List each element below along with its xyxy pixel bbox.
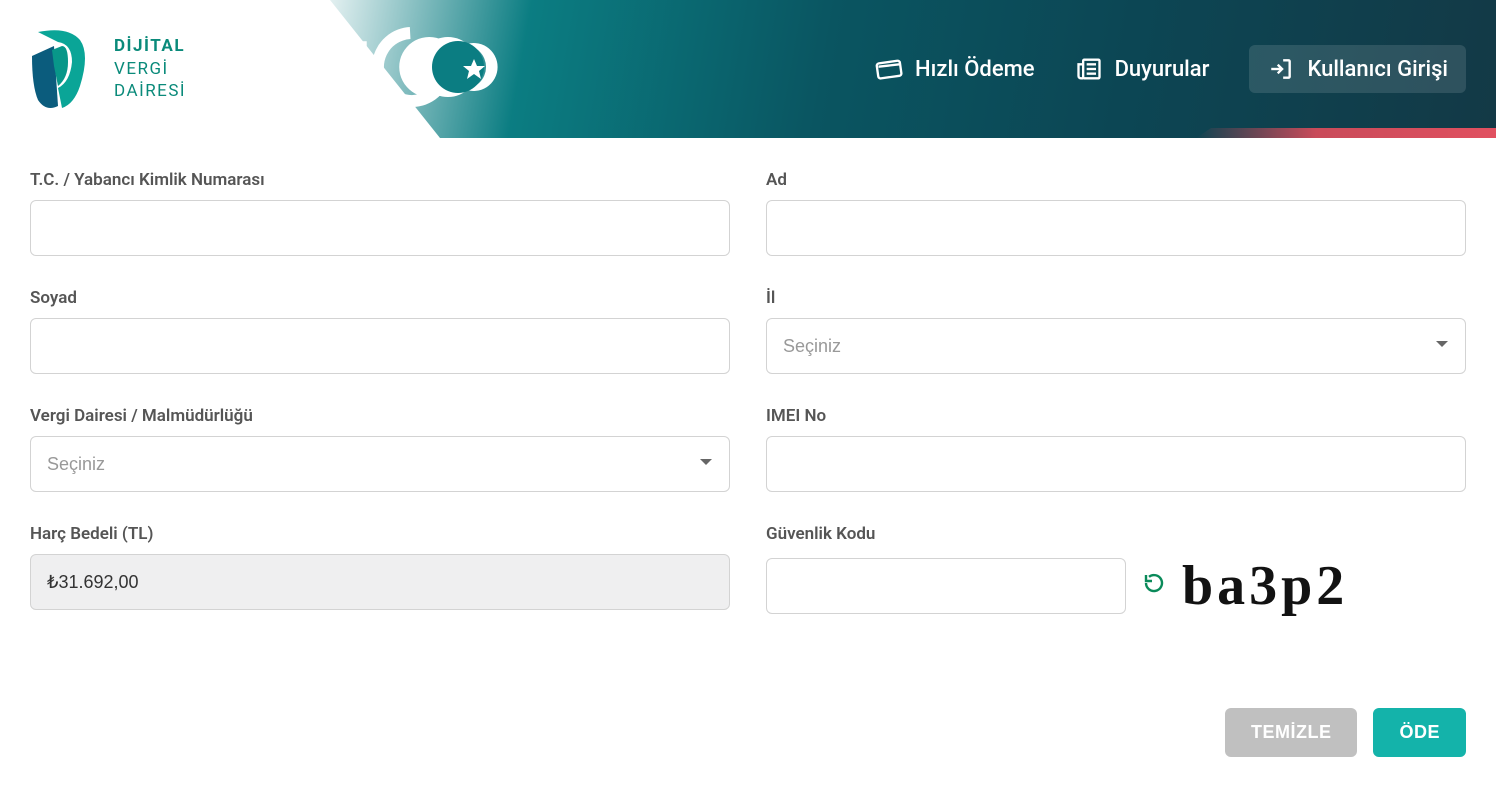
logo-line3: DAİRESİ bbox=[114, 80, 186, 103]
label-vd: Vergi Dairesi / Malmüdürlüğü bbox=[30, 406, 730, 426]
nav-announcements-label: Duyurular bbox=[1115, 57, 1210, 82]
label-il: İl bbox=[766, 288, 1466, 308]
select-il[interactable]: Seçiniz bbox=[766, 318, 1466, 374]
group-soyad: Soyad bbox=[30, 288, 730, 374]
app-header: DİJİTAL VERGİ DAİRESİ 1 Hızlı Öd bbox=[0, 0, 1496, 138]
nav-login-label: Kullanıcı Girişi bbox=[1307, 57, 1448, 82]
nav-login[interactable]: Kullanıcı Girişi bbox=[1249, 45, 1466, 93]
input-soyad[interactable] bbox=[30, 318, 730, 374]
label-harc: Harç Bedeli (TL) bbox=[30, 524, 730, 544]
label-soyad: Soyad bbox=[30, 288, 730, 308]
group-guvenlik: Güvenlik Kodu ba3p2 bbox=[766, 524, 1466, 618]
group-il: İl Seçiniz bbox=[766, 288, 1466, 374]
nav-quick-pay[interactable]: Hızlı Ödeme bbox=[875, 55, 1035, 83]
newspaper-icon bbox=[1075, 55, 1103, 83]
input-captcha[interactable] bbox=[766, 558, 1126, 614]
pay-button[interactable]: ÖDE bbox=[1373, 708, 1466, 757]
clear-button[interactable]: TEMİZLE bbox=[1225, 708, 1358, 757]
label-guvenlik: Güvenlik Kodu bbox=[766, 524, 1466, 544]
select-vd[interactable]: Seçiniz bbox=[30, 436, 730, 492]
nav-quick-pay-label: Hızlı Ödeme bbox=[915, 57, 1035, 82]
card-icon bbox=[875, 55, 903, 83]
group-imei: IMEI No bbox=[766, 406, 1466, 492]
main-nav: Hızlı Ödeme Duyurular bbox=[875, 45, 1496, 93]
captcha-image: ba3p2 bbox=[1182, 554, 1348, 618]
input-harc bbox=[30, 554, 730, 610]
centennial-logo: 1 bbox=[340, 23, 540, 115]
input-imei[interactable] bbox=[766, 436, 1466, 492]
captcha-refresh-button[interactable] bbox=[1142, 571, 1166, 602]
login-icon bbox=[1267, 55, 1295, 83]
input-ad[interactable] bbox=[766, 200, 1466, 256]
logo-line2: VERGİ bbox=[114, 58, 186, 81]
group-harc: Harç Bedeli (TL) bbox=[30, 524, 730, 618]
logo-mark bbox=[28, 26, 100, 112]
logo-line1: DİJİTAL bbox=[114, 35, 186, 58]
input-tc[interactable] bbox=[30, 200, 730, 256]
nav-announcements[interactable]: Duyurular bbox=[1075, 55, 1210, 83]
label-imei: IMEI No bbox=[766, 406, 1466, 426]
logo-text: DİJİTAL VERGİ DAİRESİ bbox=[114, 35, 186, 104]
label-ad: Ad bbox=[766, 170, 1466, 190]
refresh-icon bbox=[1142, 571, 1166, 602]
form-actions: TEMİZLE ÖDE bbox=[30, 708, 1466, 757]
group-tc: T.C. / Yabancı Kimlik Numarası bbox=[30, 170, 730, 256]
label-tc: T.C. / Yabancı Kimlik Numarası bbox=[30, 170, 730, 190]
group-vd: Vergi Dairesi / Malmüdürlüğü Seçiniz bbox=[30, 406, 730, 492]
form-content: T.C. / Yabancı Kimlik Numarası Ad Soyad … bbox=[0, 138, 1496, 797]
group-ad: Ad bbox=[766, 170, 1466, 256]
